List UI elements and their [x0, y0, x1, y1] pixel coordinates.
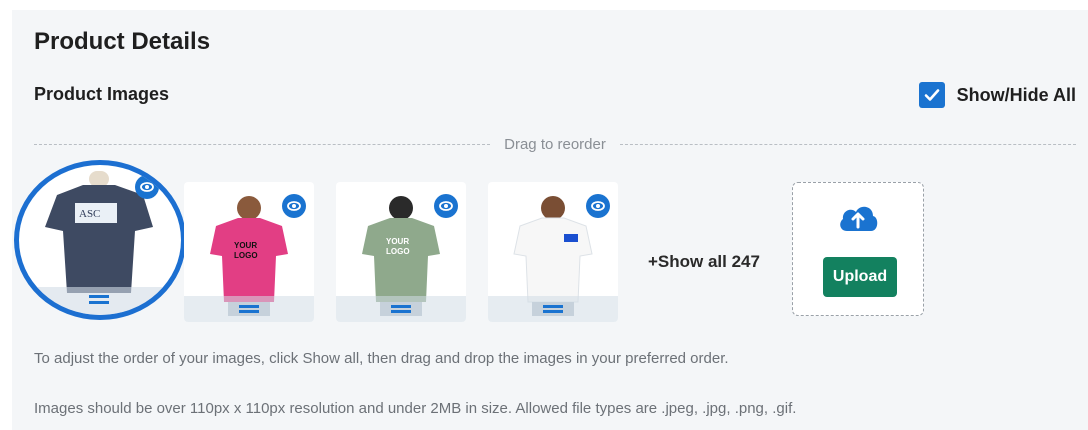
divider-line-right: [619, 143, 1076, 145]
svg-text:YOUR: YOUR: [234, 241, 257, 250]
svg-text:ASC: ASC: [79, 208, 100, 220]
divider-line-left: [34, 143, 491, 145]
svg-text:LOGO: LOGO: [386, 247, 410, 256]
show-all-link[interactable]: +Show all 247: [648, 252, 760, 272]
svg-text:LOGO: LOGO: [234, 251, 258, 260]
svg-text:YOUR: YOUR: [386, 237, 409, 246]
product-details-panel: Product Details Product Images Show/Hide…: [12, 10, 1088, 430]
show-hide-all-label: Show/Hide All: [956, 84, 1076, 105]
image-thumbnail-3[interactable]: YOUR LOGO: [336, 182, 466, 322]
visibility-eye-icon[interactable]: [434, 194, 458, 218]
visibility-eye-icon[interactable]: [282, 194, 306, 218]
image-requirements: Images should be over 110px x 110px reso…: [34, 400, 797, 417]
reorder-instructions: To adjust the order of your images, clic…: [34, 350, 729, 367]
reorder-divider: Drag to reorder: [34, 134, 1076, 154]
upload-dropzone[interactable]: Upload: [792, 182, 924, 316]
image-thumbnail-2[interactable]: YOUR LOGO: [184, 182, 314, 322]
drag-to-reorder-label: Drag to reorder: [504, 135, 606, 153]
checkbox-checked-icon[interactable]: [918, 82, 945, 108]
show-hide-all-toggle[interactable]: Show/Hide All: [918, 82, 1076, 108]
section-title: Product Images: [34, 84, 170, 104]
cloud-upload-icon: [840, 206, 878, 231]
page-title: Product Details: [34, 28, 211, 55]
visibility-eye-icon[interactable]: [586, 194, 610, 218]
drag-handle-icon[interactable]: [336, 296, 466, 322]
visibility-eye-icon[interactable]: [135, 175, 159, 199]
image-thumbnail-4[interactable]: [488, 182, 618, 322]
image-thumbnail-1[interactable]: ASC: [14, 160, 186, 320]
drag-handle-icon[interactable]: [488, 296, 618, 322]
upload-button[interactable]: Upload: [823, 257, 897, 297]
drag-handle-icon[interactable]: [184, 296, 314, 322]
